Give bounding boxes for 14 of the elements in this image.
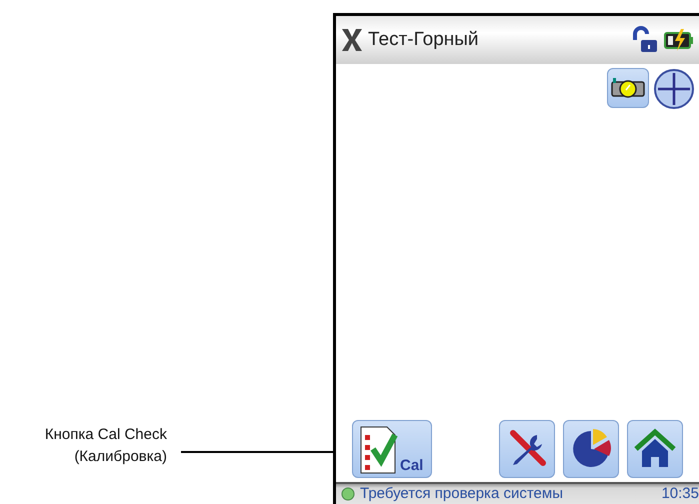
- add-icon[interactable]: [653, 68, 695, 110]
- close-icon[interactable]: [340, 27, 364, 53]
- callout-label: Кнопка Cal Check: [44, 425, 167, 445]
- cal-check-button[interactable]: Cal: [352, 420, 432, 478]
- status-message: Требуется проверка системы: [360, 484, 563, 504]
- home-button[interactable]: [627, 420, 683, 478]
- status-time: 10:35: [661, 484, 699, 504]
- tools-button[interactable]: [499, 420, 555, 478]
- camera-button[interactable]: [607, 68, 649, 108]
- window-title: Тест-Горный: [368, 28, 479, 52]
- status-dot-icon: [340, 486, 356, 502]
- chart-button[interactable]: [563, 420, 619, 478]
- unlocked-padlock-icon[interactable]: [631, 26, 659, 54]
- callout-label: (Калибровка): [73, 447, 167, 467]
